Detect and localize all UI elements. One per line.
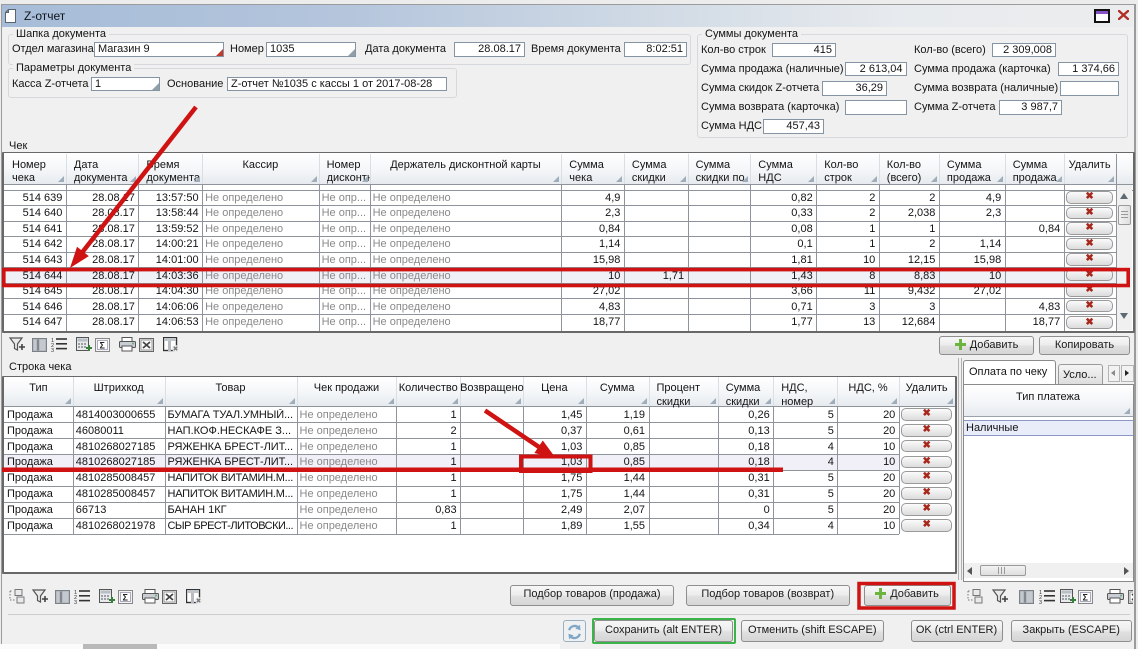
svg-text:3: 3 bbox=[74, 600, 77, 604]
svg-text:Σ: Σ bbox=[100, 340, 106, 350]
svg-text:3: 3 bbox=[1039, 600, 1042, 604]
svg-text:3: 3 bbox=[51, 348, 54, 352]
svg-text:Σ: Σ bbox=[123, 592, 129, 602]
svg-text:Σ: Σ bbox=[1083, 592, 1089, 602]
